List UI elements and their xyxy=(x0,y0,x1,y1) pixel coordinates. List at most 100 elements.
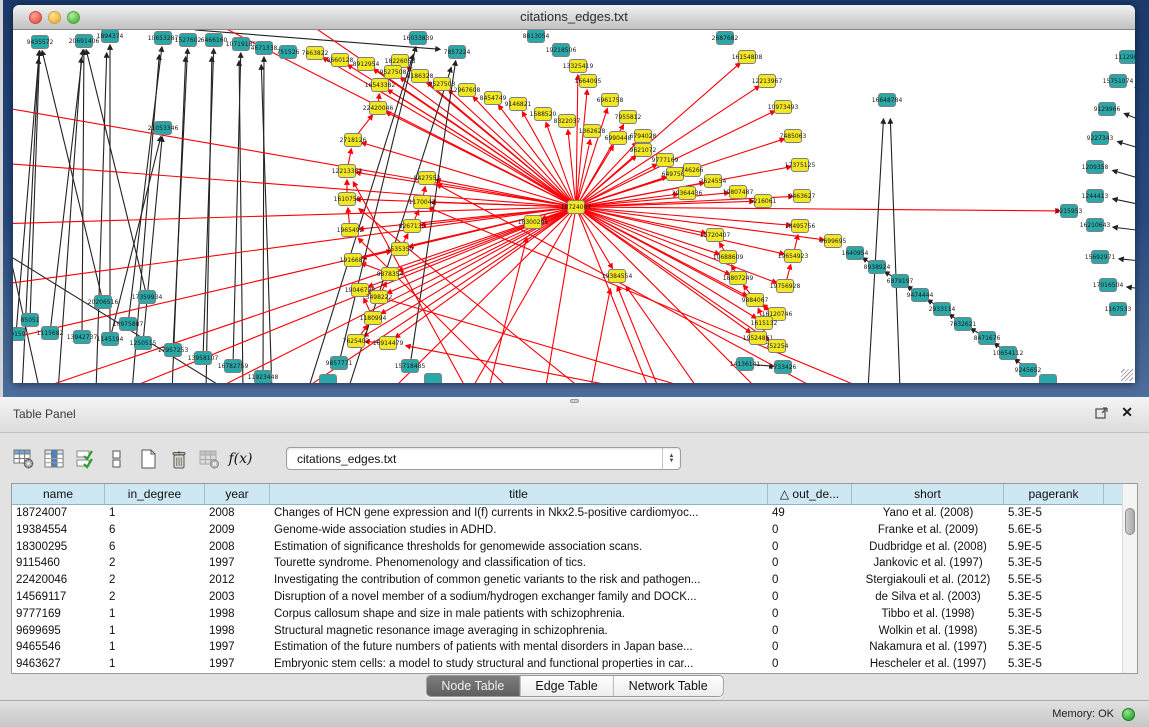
graph-node[interactable]: 10807487 xyxy=(723,186,754,199)
graph-node[interactable]: 17375125 xyxy=(785,159,816,172)
graph-node[interactable]: 10654112 xyxy=(993,347,1024,360)
graph-node[interactable]: 11923448 xyxy=(248,371,279,384)
graph-node[interactable]: 17016504 xyxy=(1093,279,1124,292)
graph-node[interactable] xyxy=(320,375,337,384)
graph-edge[interactable] xyxy=(172,57,186,383)
graph-node[interactable]: 7485063 xyxy=(780,130,807,143)
network-window-titlebar[interactable]: citations_edges.txt xyxy=(13,5,1135,30)
graph-edge[interactable] xyxy=(203,49,214,358)
graph-node[interactable]: 15720407 xyxy=(700,229,731,242)
graph-node[interactable]: 8938924 xyxy=(864,261,891,274)
graph-node[interactable]: 18495756 xyxy=(785,220,816,233)
float-panel-icon[interactable] xyxy=(1095,406,1109,420)
graph-edge[interactable] xyxy=(210,207,576,383)
graph-node[interactable]: 13325419 xyxy=(563,60,594,73)
new-table-icon[interactable] xyxy=(134,446,161,473)
graph-node[interactable]: 1250515 xyxy=(130,337,157,350)
graph-edge[interactable] xyxy=(590,289,610,383)
graph-edge[interactable] xyxy=(890,119,900,383)
graph-node[interactable]: 9435572 xyxy=(27,36,54,49)
graph-edge[interactable] xyxy=(576,207,751,333)
select-all-rows-icon[interactable] xyxy=(72,446,99,473)
clear-selection-icon[interactable] xyxy=(103,446,130,473)
graph-edge[interactable] xyxy=(576,207,777,283)
column-header-title[interactable]: title xyxy=(270,484,768,504)
graph-node[interactable]: 8215953 xyxy=(1056,205,1083,218)
graph-edge[interactable] xyxy=(576,207,1060,211)
column-header-year[interactable]: year xyxy=(205,484,270,504)
graph-edge[interactable] xyxy=(82,50,84,337)
graph-node[interactable]: 3624554 xyxy=(700,175,727,188)
graph-node[interactable]: 1145194 xyxy=(97,333,124,346)
table-row[interactable]: 1456911722003Disruption of a novel membe… xyxy=(12,589,1137,606)
graph-node[interactable]: 19218506 xyxy=(546,44,577,57)
column-visibility-icon[interactable] xyxy=(41,446,68,473)
graph-node[interactable]: 7632621 xyxy=(950,318,977,331)
graph-node[interactable]: 1115682 xyxy=(37,327,64,340)
table-row[interactable]: 969969511998Structural magnetic resonanc… xyxy=(12,623,1137,640)
graph-node[interactable]: 8813054 xyxy=(523,30,550,43)
graph-edge[interactable] xyxy=(576,207,760,383)
graph-node[interactable]: 9699695 xyxy=(820,235,847,248)
graph-node[interactable]: 9245652 xyxy=(1015,364,1042,377)
graph-node[interactable]: 6879197 xyxy=(887,275,914,288)
column-header-pagerank[interactable]: pagerank xyxy=(1004,484,1104,504)
graph-node[interactable]: 10975887 xyxy=(113,318,144,331)
graph-edge[interactable] xyxy=(1113,171,1135,182)
graph-edge[interactable] xyxy=(1119,259,1135,262)
graph-node[interactable]: 7955812 xyxy=(615,111,642,124)
graph-node[interactable]: 8912954 xyxy=(353,58,380,71)
table-scrollbar[interactable] xyxy=(1122,484,1137,673)
graph-node[interactable]: 1209358 xyxy=(1082,161,1109,174)
graph-node[interactable]: 14136141 xyxy=(730,358,761,371)
graph-edge[interactable] xyxy=(576,207,719,254)
graph-node[interactable]: 1112904 xyxy=(1115,51,1135,64)
table-row[interactable]: 2242004622012Investigating the contribut… xyxy=(12,572,1137,589)
graph-node[interactable]: 1894374 xyxy=(97,30,124,43)
graph-node[interactable]: 12213383 xyxy=(332,165,363,178)
graph-node[interactable]: 16782759 xyxy=(218,360,249,373)
graph-node[interactable]: 85051 xyxy=(20,314,39,327)
table-settings-icon[interactable] xyxy=(10,446,37,473)
graph-edge[interactable] xyxy=(16,51,39,334)
column-header-in_degree[interactable]: in_degree xyxy=(105,484,205,504)
graph-node[interactable]: 13942737 xyxy=(67,331,98,344)
graph-node[interactable]: 8660128 xyxy=(327,54,354,67)
graph-node[interactable] xyxy=(425,374,442,384)
graph-edge[interactable] xyxy=(239,61,243,383)
graph-node[interactable]: 17957253 xyxy=(158,344,189,357)
panel-resize-handle[interactable] xyxy=(570,399,579,403)
graph-node[interactable]: 6961758 xyxy=(597,94,624,107)
tab-node-table[interactable]: Node Table xyxy=(426,676,519,696)
graph-node[interactable]: 1664095 xyxy=(575,75,602,88)
graph-node[interactable]: 1588520 xyxy=(530,108,557,121)
graph-node[interactable]: 1535359 xyxy=(387,243,414,256)
graph-node[interactable]: 1180994 xyxy=(360,312,387,325)
graph-node[interactable]: 12213967 xyxy=(752,75,783,88)
graph-edge[interactable] xyxy=(1124,113,1135,125)
column-header-out_degree[interactable]: △ out_de... xyxy=(768,484,852,504)
delete-column-icon[interactable] xyxy=(196,446,223,473)
graph-edge[interactable] xyxy=(576,207,791,225)
graph-node[interactable]: 9227343 xyxy=(1087,132,1114,145)
graph-node[interactable]: 751526 xyxy=(277,46,300,59)
tab-network-table[interactable]: Network Table xyxy=(613,676,723,696)
graph-node[interactable]: 1640954 xyxy=(842,247,869,260)
graph-node[interactable]: 7463822 xyxy=(302,47,329,60)
graph-node[interactable]: 2687682 xyxy=(712,32,739,45)
graph-edge[interactable] xyxy=(1113,199,1135,207)
graph-node[interactable]: 6990448 xyxy=(605,132,632,145)
graph-node[interactable]: 9463627 xyxy=(789,190,816,203)
delete-table-icon[interactable] xyxy=(165,446,192,473)
graph-node[interactable]: 2967608 xyxy=(454,84,481,97)
graph-node[interactable]: 16154808 xyxy=(732,51,763,64)
graph-node[interactable]: 15751074 xyxy=(1103,75,1134,88)
graph-node[interactable]: 6216061 xyxy=(750,195,777,208)
graph-edge[interactable] xyxy=(206,57,212,383)
graph-node[interactable]: 746266 xyxy=(681,164,704,177)
table-scrollbar-thumb[interactable] xyxy=(1125,508,1135,535)
table-row[interactable]: 1872400712008Changes of HCN gene express… xyxy=(12,505,1137,522)
network-selector[interactable]: citations_edges.txt ▲▼ xyxy=(286,447,681,470)
graph-node[interactable]: 6466160 xyxy=(201,34,228,47)
table-row[interactable]: 946362711997Embryonic stem cells: a mode… xyxy=(12,656,1137,673)
